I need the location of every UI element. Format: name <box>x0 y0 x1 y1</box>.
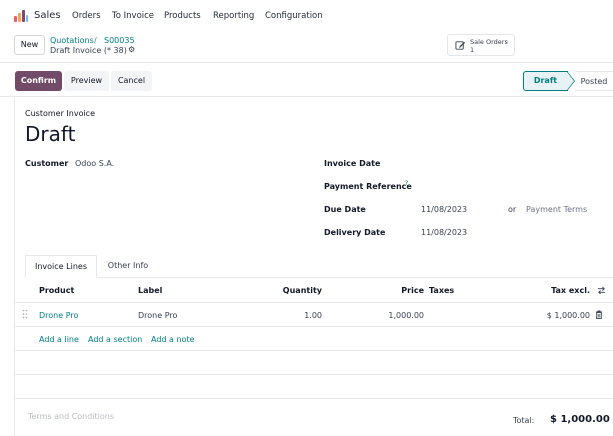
gear-icon[interactable]: ⚙ <box>128 46 136 54</box>
column-tax-excl[interactable]: Tax excl. <box>530 286 590 295</box>
column-quantity[interactable]: Quantity <box>262 286 322 295</box>
sales-app-icon[interactable] <box>14 10 28 22</box>
due-date-label: Due Date <box>324 205 366 214</box>
nav-to-invoice[interactable]: To Invoice <box>112 11 154 21</box>
help-icon[interactable]: ? <box>405 180 408 187</box>
payment-terms-field[interactable]: Payment Terms <box>526 205 587 214</box>
add-line-link[interactable]: Add a line <box>39 335 79 344</box>
tabs-divider <box>25 277 613 278</box>
total-value: $ 1,000.00 <box>550 414 610 425</box>
nav-reporting[interactable]: Reporting <box>213 11 254 21</box>
breadcrumb-current: Draft Invoice (* 38) <box>50 46 127 55</box>
row-price[interactable]: 1,000.00 <box>364 311 424 320</box>
drag-handle-icon[interactable] <box>22 309 28 319</box>
customer-label: Customer <box>25 159 69 168</box>
row-quantity[interactable]: 1.00 <box>282 311 322 320</box>
nav-products[interactable]: Products <box>164 11 201 21</box>
add-section-link[interactable]: Add a section <box>88 335 142 344</box>
invoice-date-label: Invoice Date <box>324 159 381 168</box>
total-label: Total: <box>513 416 535 425</box>
divider <box>0 62 613 63</box>
due-date-field[interactable]: 11/08/2023 <box>421 205 467 214</box>
smart-button-label: Sale Orders <box>470 38 508 46</box>
column-price[interactable]: Price <box>384 286 424 295</box>
app-name[interactable]: Sales <box>34 10 61 21</box>
delivery-date-label: Delivery Date <box>324 228 386 237</box>
payment-reference-label: Payment Reference <box>324 182 412 191</box>
confirm-button[interactable]: Confirm <box>15 71 62 91</box>
breadcrumb-quotations[interactable]: Quotations <box>50 36 94 45</box>
breadcrumb-order[interactable]: S00035 <box>104 36 135 45</box>
status-posted[interactable]: Posted <box>575 71 613 91</box>
row-divider <box>14 350 613 351</box>
cancel-button[interactable]: Cancel <box>111 71 152 91</box>
status-arrow-fill <box>567 72 574 90</box>
row-divider <box>14 398 613 399</box>
row-divider <box>14 326 613 327</box>
trash-icon[interactable] <box>595 310 603 319</box>
status-draft[interactable]: Draft <box>523 71 568 91</box>
row-product[interactable]: Drone Pro <box>39 311 78 320</box>
column-options-icon[interactable] <box>597 286 606 295</box>
sale-orders-smart-button[interactable]: Sale Orders 1 <box>447 34 515 56</box>
terms-and-conditions-field[interactable]: Terms and Conditions <box>28 412 114 421</box>
add-note-link[interactable]: Add a note <box>151 335 195 344</box>
document-type: Customer Invoice <box>25 109 96 118</box>
tab-invoice-lines[interactable]: Invoice Lines <box>25 255 97 278</box>
top-navbar: Sales Orders To Invoice Products Reporti… <box>0 0 613 32</box>
status-bar: Posted Draft <box>523 71 613 91</box>
delivery-date-field[interactable]: 11/08/2023 <box>421 228 467 237</box>
nav-orders[interactable]: Orders <box>72 11 101 21</box>
row-divider <box>14 374 613 375</box>
column-product[interactable]: Product <box>39 286 74 295</box>
or-text: or <box>508 205 517 214</box>
preview-button[interactable]: Preview <box>64 71 109 91</box>
row-tax-excl: $ 1,000.00 <box>546 311 590 320</box>
new-button[interactable]: New <box>14 35 45 55</box>
breadcrumb-separator: / <box>94 36 97 45</box>
pencil-square-icon <box>455 41 466 50</box>
column-label[interactable]: Label <box>138 286 162 295</box>
row-label[interactable]: Drone Pro <box>138 311 177 320</box>
document-title: Draft <box>25 122 76 146</box>
customer-field[interactable]: Odoo S.A. <box>75 159 114 168</box>
column-taxes[interactable]: Taxes <box>429 286 454 295</box>
invoice-date-field[interactable] <box>421 159 501 169</box>
row-divider <box>14 302 613 303</box>
smart-button-count: 1 <box>470 46 475 54</box>
tab-other-info[interactable]: Other Info <box>98 255 158 277</box>
nav-configuration[interactable]: Configuration <box>265 11 323 21</box>
